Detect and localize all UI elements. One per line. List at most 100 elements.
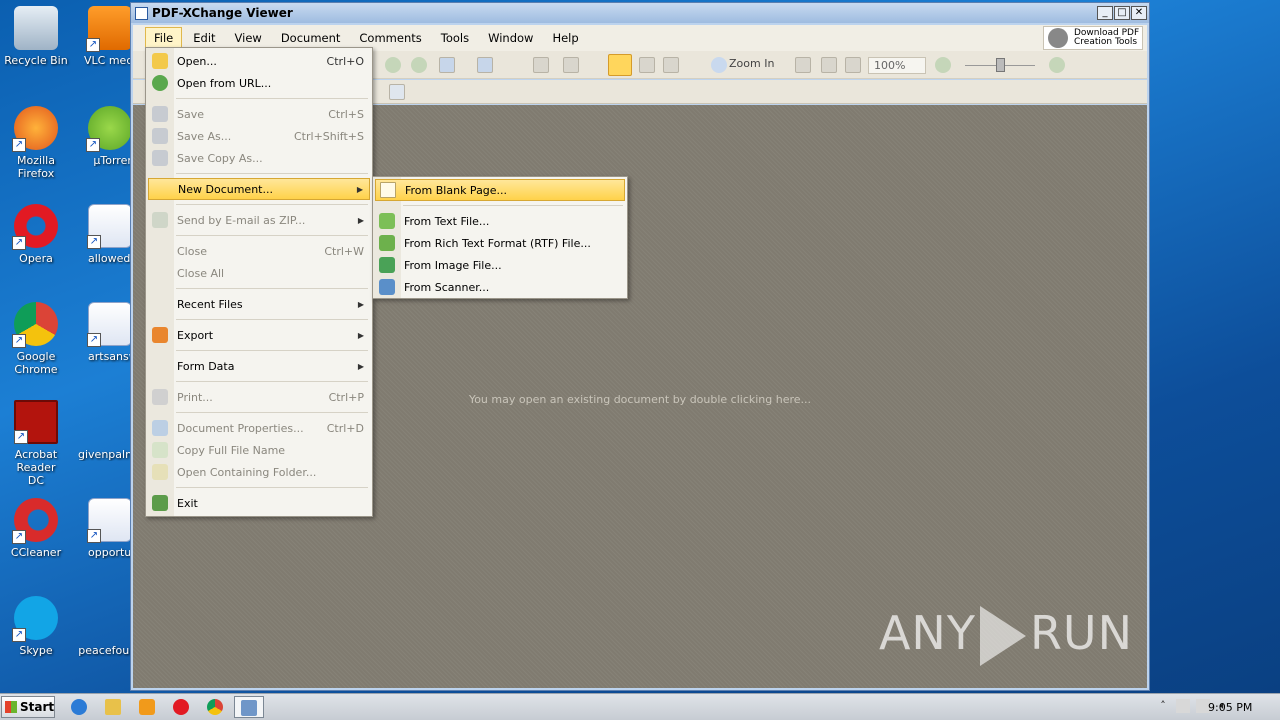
chrome-icon [207,699,223,715]
desktop-icon-label: CCleaner [10,546,62,559]
menu-item-recent-files[interactable]: Recent Files ▶ [148,293,370,315]
menu-item-exit[interactable]: Exit [148,492,370,514]
recent-files-icon [152,296,168,312]
menu-item-label: Save Copy As... [177,151,263,165]
menu-item-export[interactable]: Export ▶ [148,324,370,346]
desktop-icon-recycle-bin[interactable]: Recycle Bin [0,6,72,67]
menu-item-copy-full-file-name: Copy Full File Name [148,439,370,461]
save-as-icon [152,128,168,144]
back-icon[interactable] [385,57,401,73]
desktop-icon-opera[interactable]: ↗ Opera [0,204,72,265]
start-label: Start [20,700,55,714]
hand-tool-icon[interactable] [608,54,632,76]
select-text-icon[interactable] [639,57,655,73]
zoom-in-icon[interactable] [711,57,727,73]
menu-item-open[interactable]: Open... Ctrl+O [148,50,370,72]
snapshot-icon[interactable] [663,57,679,73]
save-copy-icon [152,150,168,166]
taskbar-ie[interactable] [64,696,94,718]
close-button[interactable]: ✕ [1131,6,1147,20]
menu-item-new-document[interactable]: New Document... ▶ [148,178,370,200]
scanner-icon [379,279,395,295]
desktop-icon-ccleaner[interactable]: ↗ CCleaner [0,498,72,559]
menu-help[interactable]: Help [544,28,586,48]
utorrent-icon: ↗ [86,106,132,152]
menu-item-label: Recent Files [177,297,243,311]
blank-page-icon [380,182,396,198]
menu-item-close-all: Close All [148,262,370,284]
fit-page-icon[interactable] [821,57,837,73]
rotate-right-icon[interactable] [563,57,579,73]
undo-icon[interactable] [439,57,455,73]
desktop-icon-firefox[interactable]: ↗ Mozilla Firefox [0,106,72,180]
taskbar-explorer[interactable] [98,696,128,718]
submenu-item-from-text-file[interactable]: From Text File... [375,210,625,232]
menu-item-label: Save [177,107,205,121]
submenu-arrow-icon: ▶ [357,299,364,309]
watermark-left: ANY [878,605,976,660]
action-center-icon[interactable] [1176,699,1190,713]
title-bar[interactable]: PDF-XChange Viewer _ □ ✕ [131,3,1149,23]
download-pdf-creation-tools-button[interactable]: Download PDF Creation Tools [1043,26,1143,50]
file-menu: Open... Ctrl+O Open from URL... Save Ctr… [145,47,373,517]
menu-item-label: Save As... [177,129,232,143]
zoom-level-field[interactable]: 100% [868,57,926,74]
desktop-icon-chrome[interactable]: ↗ Google Chrome [0,302,72,376]
opera-icon: ↗ [12,204,58,250]
menu-item-close: Close Ctrl+W [148,240,370,262]
menu-item-save-as: Save As... Ctrl+Shift+S [148,125,370,147]
taskbar-chrome[interactable] [200,696,230,718]
redo-icon[interactable] [477,57,493,73]
forward-icon[interactable] [411,57,427,73]
menu-tools[interactable]: Tools [433,28,477,48]
menu-item-save: Save Ctrl+S [148,103,370,125]
taskbar-media-player[interactable] [132,696,162,718]
new-document-icon [153,181,169,197]
export-icon [152,327,168,343]
menu-item-label: Export [177,328,214,342]
submenu-item-from-blank-page[interactable]: From Blank Page... [375,179,625,201]
menu-item-label: From Text File... [404,214,490,228]
zoom-in-label[interactable]: Zoom In [729,57,774,70]
menu-view[interactable]: View [227,28,270,48]
desktop-icon-acrobat[interactable]: ↗ Acrobat Reader DC [0,400,72,487]
zoom-slider-thumb[interactable] [996,58,1005,72]
menu-edit[interactable]: Edit [185,28,223,48]
submenu-item-from-rtf-file[interactable]: From Rich Text Format (RTF) File... [375,232,625,254]
properties-icon [152,420,168,436]
desktop-icon-skype[interactable]: ↗ Skype [0,596,72,657]
rotate-left-icon[interactable] [533,57,549,73]
comment-tool-icon[interactable] [389,84,405,100]
actual-size-icon[interactable] [795,57,811,73]
minimize-button[interactable]: _ [1097,6,1113,20]
show-hidden-icons-icon[interactable]: ˄ [1156,699,1170,713]
menu-item-label: From Scanner... [404,280,490,294]
zoom-in-circle-icon[interactable] [1049,57,1065,73]
menu-document[interactable]: Document [273,28,349,48]
word-document-icon: ↗ [87,302,132,347]
menu-window[interactable]: Window [480,28,541,48]
blank-icon [88,400,132,444]
close-all-icon [152,265,168,281]
maximize-button[interactable]: □ [1114,6,1130,20]
taskbar-opera[interactable] [166,696,196,718]
submenu-item-from-image-file[interactable]: From Image File... [375,254,625,276]
play-icon [979,606,1026,666]
menu-file[interactable]: File [145,27,183,49]
menu-item-form-data[interactable]: Form Data ▶ [148,355,370,377]
menu-comments[interactable]: Comments [351,28,429,48]
anyrun-watermark: ANY RUN [878,605,1133,666]
clock[interactable]: 9:05 PM [1208,701,1252,714]
submenu-item-from-scanner[interactable]: From Scanner... [375,276,625,298]
zoom-out-circle-icon[interactable] [935,57,951,73]
taskbar-pdf-xchange[interactable] [234,696,264,718]
fit-width-icon[interactable] [845,57,861,73]
menu-item-open-url[interactable]: Open from URL... [148,72,370,94]
menu-item-shortcut: Ctrl+Shift+S [294,129,364,143]
submenu-arrow-icon: ▶ [357,330,364,340]
start-button[interactable]: Start [1,696,55,718]
word-document-icon: ↗ [87,498,132,543]
menu-item-label: Open Containing Folder... [177,465,317,479]
menu-item-label: From Image File... [404,258,502,272]
desktop-icon-label: peacefour [78,644,134,657]
